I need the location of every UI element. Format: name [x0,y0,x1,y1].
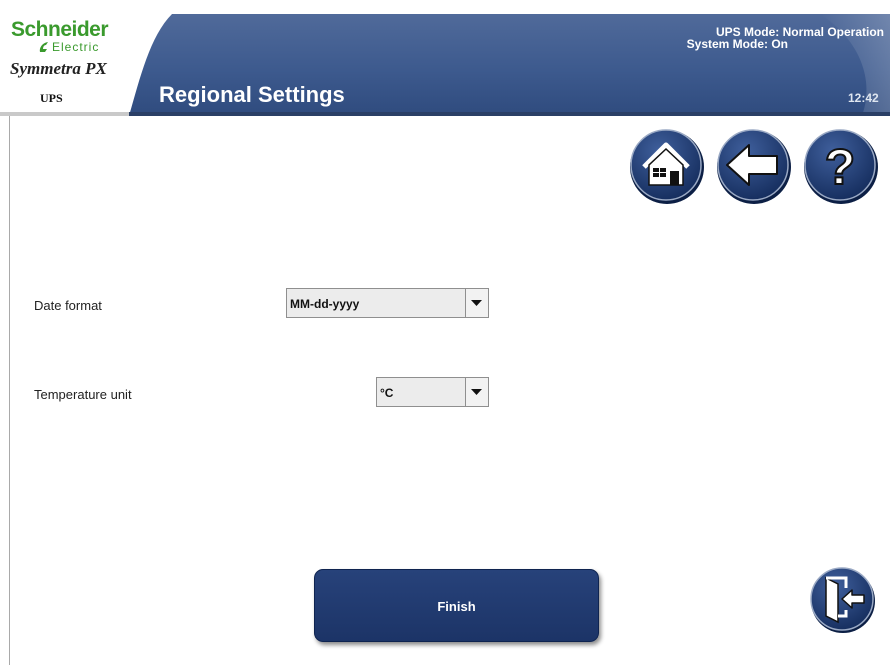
temperature-unit-value: °C [380,386,394,400]
logo: Schneider Electric Symmetra PX UPS [10,18,130,113]
frame-divider [9,116,10,665]
header-bar: Schneider Electric Symmetra PX UPS Regio… [0,0,890,116]
page-title: Regional Settings [159,82,345,107]
temperature-unit-dropdown-button[interactable] [465,378,488,406]
clock: 12:42 [848,91,879,105]
brand-name: Schneider [11,18,109,41]
date-format-label: Date format [34,298,102,313]
finish-button-label: Finish [437,599,476,614]
date-format-value: MM-dd-yyyy [290,297,360,311]
exit-button[interactable] [808,566,876,634]
product-name: Symmetra PX [10,59,107,78]
help-button[interactable]: ? [802,127,880,205]
home-button[interactable] [628,127,706,205]
header-background [0,0,890,116]
brand-mark-icon [39,42,48,52]
chevron-down-icon [471,389,482,395]
date-format-select[interactable]: MM-dd-yyyy [286,288,489,318]
chevron-down-icon [471,300,482,306]
date-format-dropdown-button[interactable] [465,289,488,317]
question-mark-icon: ? [825,139,856,195]
back-button[interactable] [715,127,793,205]
brand-sub: Electric [52,40,100,54]
finish-button[interactable]: Finish [314,569,599,642]
system-mode-status: System Mode: On [686,37,788,51]
status-panel: UPS Mode: Normal Operation System Mode: … [687,26,884,50]
temperature-unit-label: Temperature unit [34,387,132,402]
temperature-unit-select[interactable]: °C [376,377,489,407]
product-type: UPS [40,91,63,105]
